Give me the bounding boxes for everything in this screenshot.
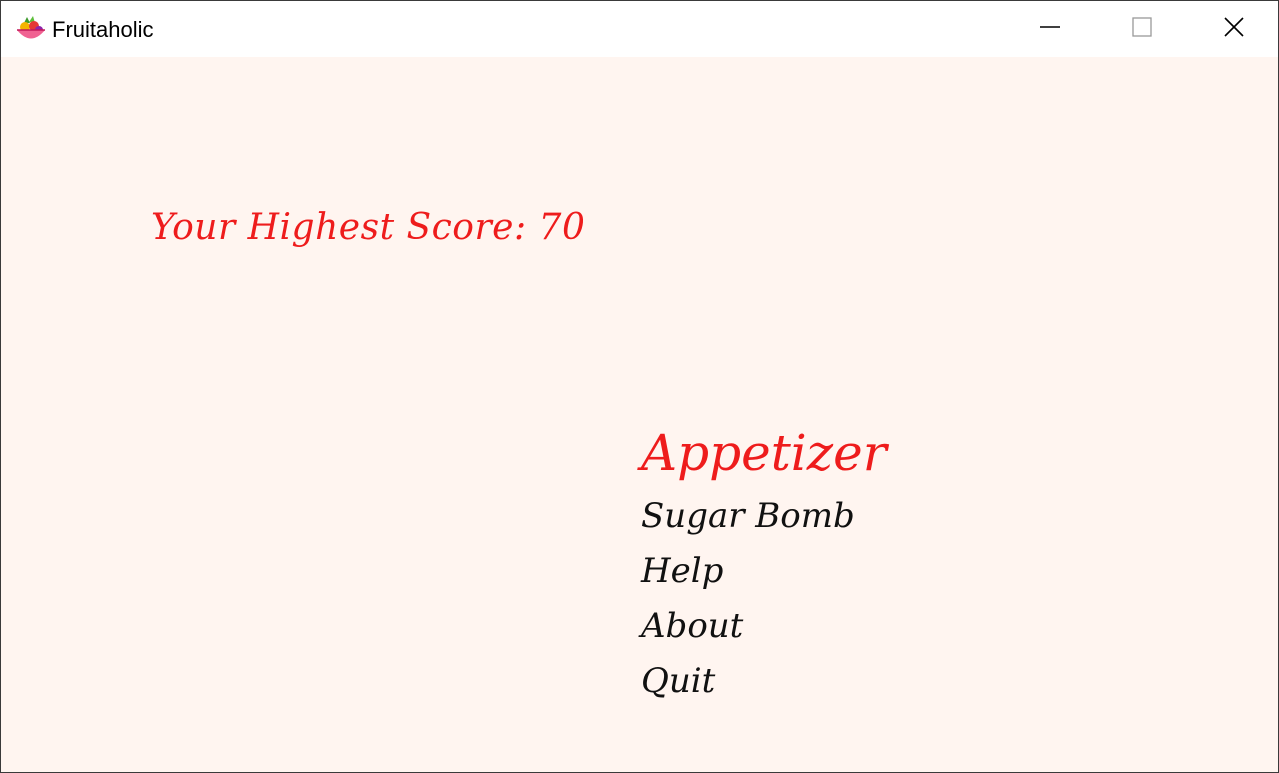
window-title: Fruitaholic <box>52 17 154 42</box>
title-bar[interactable]: Fruitaholic <box>1 1 1278 57</box>
menu-item-quit[interactable]: Quit <box>641 654 887 709</box>
menu-item-sugar-bomb[interactable]: Sugar Bomb <box>641 489 887 544</box>
menu-item-appetizer[interactable]: Appetizer <box>641 417 887 489</box>
close-button[interactable] <box>1188 1 1278 57</box>
app-window: Fruitaholic Your Highest Score: 70 Appet… <box>0 0 1279 773</box>
minimize-button[interactable] <box>1004 1 1096 57</box>
menu-item-about[interactable]: About <box>641 599 887 654</box>
game-canvas: Your Highest Score: 70 Appetizer Sugar B… <box>1 57 1278 772</box>
minimize-icon <box>1039 16 1061 42</box>
fruit-bowl-icon <box>15 15 47 45</box>
maximize-button[interactable] <box>1096 1 1188 57</box>
highest-score-label: Your Highest Score: 70 <box>151 207 586 248</box>
close-icon <box>1223 16 1245 42</box>
main-menu: Appetizer Sugar Bomb Help About Quit <box>641 417 887 709</box>
menu-item-help[interactable]: Help <box>641 544 887 599</box>
maximize-icon <box>1131 16 1153 42</box>
